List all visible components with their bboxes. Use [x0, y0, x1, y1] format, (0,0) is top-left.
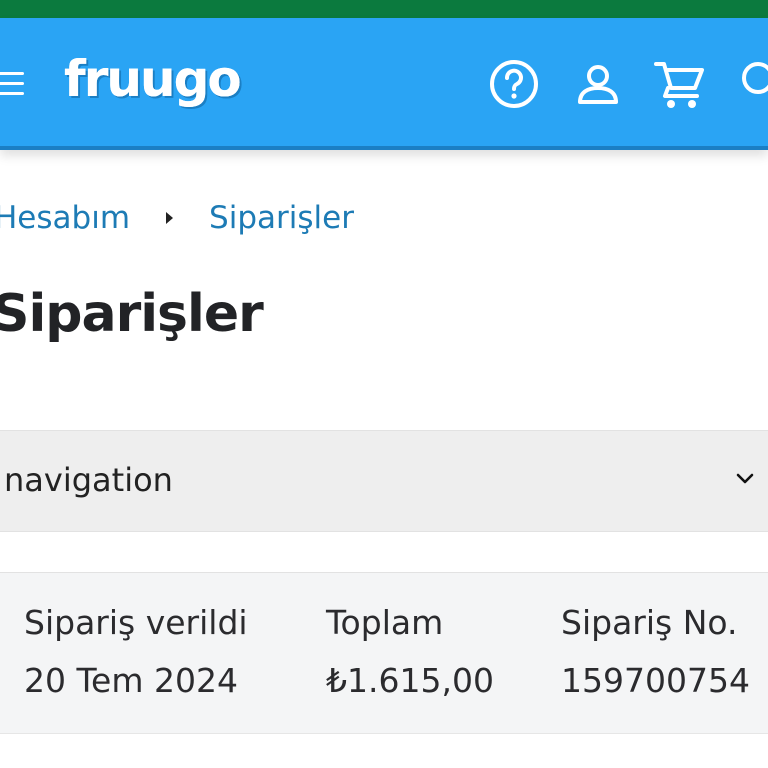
order-placed-value: 20 Tem 2024: [24, 661, 238, 700]
order-placed-column: Sipariş verildi 20 Tem 2024: [24, 603, 248, 701]
order-total-column: Toplam ₺1.615,00: [326, 603, 494, 701]
search-icon[interactable]: [736, 56, 768, 112]
order-number-column: Sipariş No. 159700754: [561, 603, 750, 701]
help-icon[interactable]: [486, 56, 542, 112]
user-icon[interactable]: [570, 56, 626, 112]
breadcrumb-parent-link[interactable]: Hesabım: [0, 200, 130, 236]
top-header: fruugo: [0, 18, 768, 150]
order-total-value: ₺1.615,00: [326, 661, 494, 700]
breadcrumb-current-link[interactable]: Siparişler: [209, 200, 354, 236]
order-number-label: Sipariş No.: [561, 603, 738, 642]
page-title: Siparişler: [0, 284, 264, 344]
order-summary-card: Sipariş verildi 20 Tem 2024 Toplam ₺1.61…: [0, 572, 768, 734]
order-placed-label: Sipariş verildi: [24, 603, 248, 642]
menu-icon[interactable]: [0, 70, 26, 98]
order-total-label: Toplam: [326, 603, 444, 642]
chevron-down-icon: [736, 473, 754, 484]
chevron-right-icon: [166, 211, 174, 224]
fruugo-logo[interactable]: fruugo: [64, 44, 242, 114]
navigation-dropdown-label: navigation: [4, 461, 173, 499]
cart-icon[interactable]: [652, 56, 708, 112]
order-number-value: 159700754: [561, 661, 750, 700]
navigation-dropdown[interactable]: navigation: [0, 430, 768, 532]
breadcrumb: Hesabım Siparişler: [0, 198, 354, 238]
status-strip: [0, 0, 768, 18]
